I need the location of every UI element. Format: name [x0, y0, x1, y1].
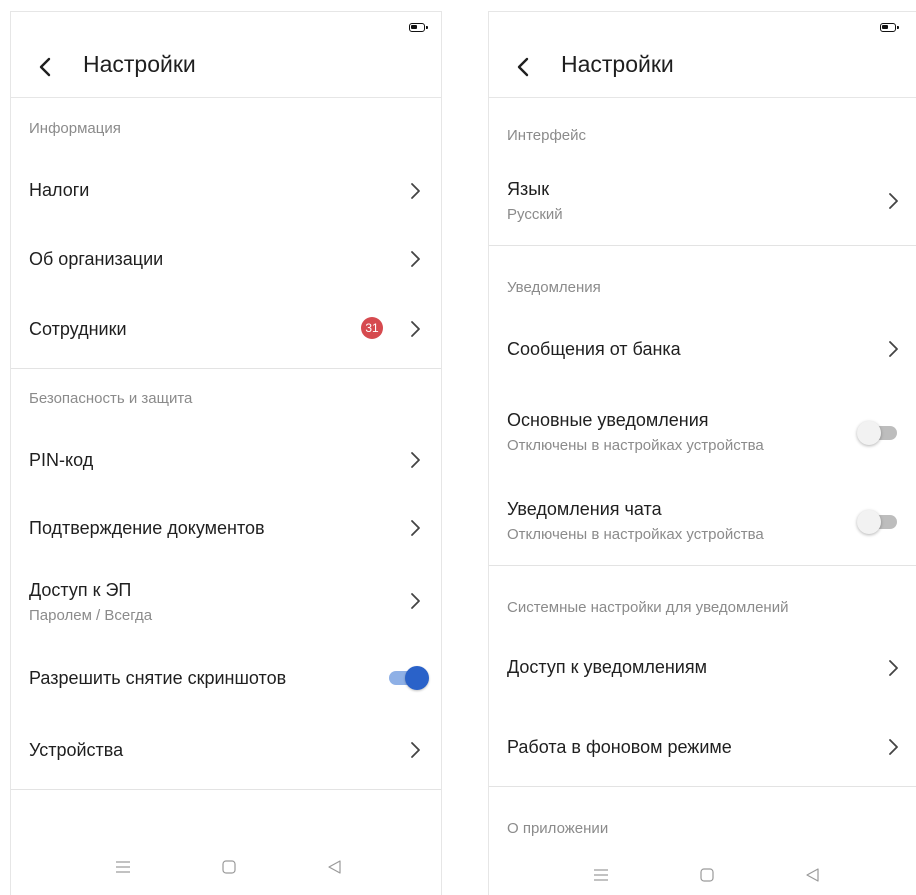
section-header-security: Безопасность и защита: [29, 390, 193, 407]
section-divider: [489, 565, 916, 566]
chevron-right-icon: [411, 251, 420, 267]
back-nav-icon[interactable]: [805, 867, 821, 883]
chevron-right-icon: [889, 193, 898, 209]
toggle-thumb: [405, 666, 429, 690]
toggle-thumb: [857, 421, 881, 445]
menu-icon[interactable]: [115, 859, 131, 875]
status-bar: [489, 12, 916, 38]
list-item-title: Основные уведомления: [507, 410, 709, 430]
page-title: Настройки: [83, 51, 196, 77]
list-item-subtitle: Паролем / Всегда: [29, 607, 153, 624]
chevron-right-icon: [411, 321, 420, 337]
page-title: Настройки: [561, 51, 674, 77]
list-item-subtitle: Отключены в настройках устройства: [507, 437, 764, 454]
system-nav-bar: [489, 845, 916, 895]
section-header-info: Информация: [29, 120, 121, 137]
list-item-title: Сообщения от банка: [507, 339, 681, 359]
list-item-title: Сотрудники: [29, 319, 127, 339]
settings-screen-security: Настройки Информация Налоги Об организац…: [10, 11, 442, 895]
back-nav-icon[interactable]: [327, 859, 343, 875]
screenshots-toggle[interactable]: [389, 665, 429, 690]
list-item-title: PIN-код: [29, 450, 94, 470]
toggle-thumb: [857, 510, 881, 534]
chat-notifications-toggle[interactable]: [857, 509, 897, 534]
battery-icon: [409, 23, 428, 32]
list-item-title: Уведомления чата: [507, 499, 662, 519]
section-header-system-settings: Системные настройки для уведомлений: [507, 599, 789, 616]
chevron-right-icon: [411, 183, 420, 199]
home-icon[interactable]: [221, 859, 237, 875]
settings-screen-notifications: Настройки Интерфейс Язык Русский Уведомл…: [488, 11, 916, 895]
list-item-title: Разрешить снятие скриншотов: [29, 668, 287, 688]
app-bar: Настройки: [11, 38, 441, 98]
section-divider: [11, 368, 441, 369]
section-header-about: О приложении: [507, 820, 609, 837]
chevron-right-icon: [411, 742, 420, 758]
section-header-interface: Интерфейс: [507, 127, 587, 144]
back-icon[interactable]: [513, 56, 535, 78]
chevron-right-icon: [889, 739, 898, 755]
chevron-right-icon: [889, 341, 898, 357]
list-item-title: Устройства: [29, 740, 124, 760]
section-divider: [489, 786, 916, 787]
list-item-title: Об организации: [29, 249, 164, 269]
list-item-title: Доступ к уведомлениям: [507, 657, 707, 677]
section-divider: [11, 789, 441, 790]
main-notifications-toggle[interactable]: [857, 420, 897, 445]
list-item-subtitle: Русский: [507, 206, 563, 223]
chevron-right-icon: [411, 593, 420, 609]
system-nav-bar: [11, 845, 441, 895]
list-item-subtitle: Отключены в настройках устройства: [507, 526, 764, 543]
list-item-title: Подтверждение документов: [29, 518, 265, 538]
home-icon[interactable]: [699, 867, 715, 883]
battery-icon: [880, 23, 899, 32]
status-bar: [11, 12, 441, 38]
app-bar: Настройки: [489, 38, 916, 98]
chevron-right-icon: [411, 452, 420, 468]
notification-badge: 31: [361, 317, 383, 339]
list-item-title: Доступ к ЭП: [29, 580, 132, 600]
section-divider: [489, 245, 916, 246]
list-item-title: Налоги: [29, 180, 90, 200]
section-header-notifications: Уведомления: [507, 279, 601, 296]
list-item-title: Работа в фоновом режиме: [507, 737, 732, 757]
menu-icon[interactable]: [593, 867, 609, 883]
list-item-title: Язык: [507, 179, 550, 199]
chevron-right-icon: [411, 520, 420, 536]
chevron-right-icon: [889, 660, 898, 676]
back-icon[interactable]: [35, 56, 57, 78]
